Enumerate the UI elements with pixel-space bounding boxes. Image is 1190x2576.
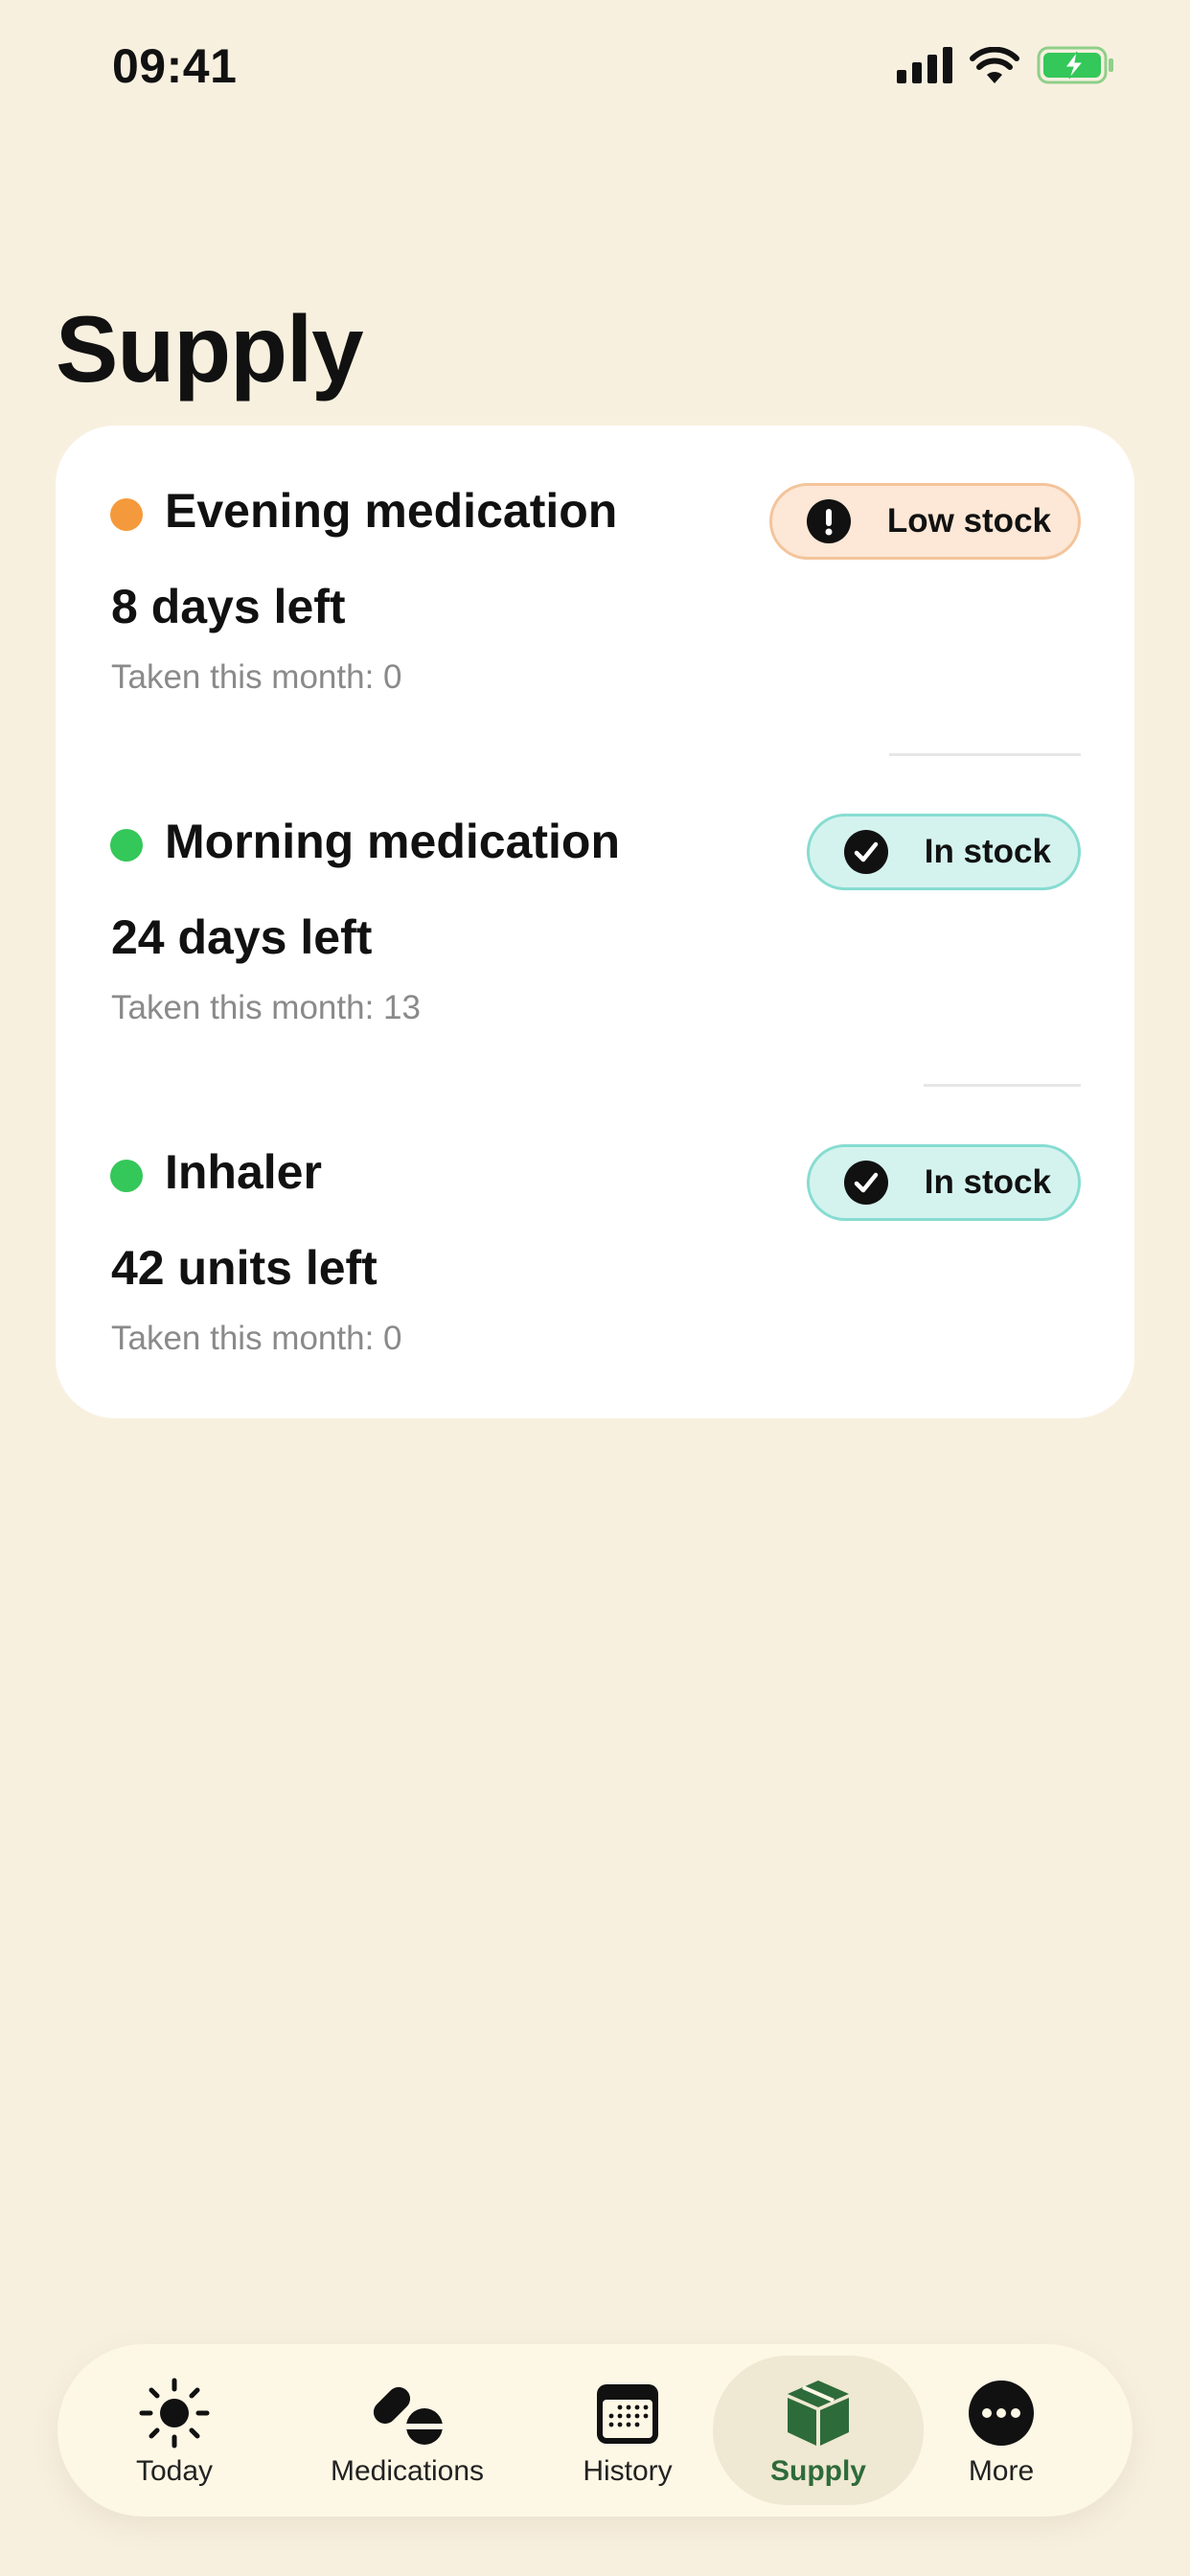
status-badge-label: In stock (924, 833, 1051, 870)
item-name: Inhaler (165, 1145, 322, 1199)
ellipsis-icon (963, 2375, 1040, 2451)
status-bar: 09:41 (0, 0, 1190, 134)
item-remaining: 24 days left (111, 910, 373, 964)
status-badge-label: Low stock (886, 502, 1051, 540)
tab-label: Today (135, 2455, 214, 2487)
status-dot (110, 498, 143, 531)
status-dot (110, 1160, 143, 1192)
wifi-icon (970, 47, 1019, 83)
pills-icon (369, 2375, 446, 2451)
supply-item-inhaler[interactable]: Inhaler In stock 42 units left Taken thi… (56, 1087, 1134, 1417)
tab-supply[interactable]: Supply (713, 2344, 924, 2517)
supply-card: Evening medication Low stock 8 days left… (56, 426, 1134, 1418)
tab-label: Medications (330, 2455, 485, 2487)
supply-item-evening-medication[interactable]: Evening medication Low stock 8 days left… (56, 426, 1134, 756)
sun-icon (136, 2375, 213, 2451)
tab-medications[interactable]: Medications (307, 2344, 508, 2517)
tab-more[interactable]: More (949, 2344, 1054, 2517)
supply-item-morning-medication[interactable]: Morning medication In stock 24 days left… (56, 756, 1134, 1087)
status-icons (897, 46, 1115, 84)
item-taken-this-month: Taken this month: 0 (111, 1320, 402, 1357)
supply-screen: 09:41 Supply Evening medication Low stoc… (0, 0, 1190, 2576)
tab-today[interactable]: Today (117, 2344, 232, 2517)
tab-bar: Today Medications History Supply More (57, 2344, 1133, 2517)
status-dot (110, 829, 143, 862)
tab-history[interactable]: History (561, 2344, 695, 2517)
status-badge-label: In stock (924, 1163, 1051, 1201)
battery-charging-icon (1037, 46, 1115, 84)
tab-label: More (968, 2455, 1035, 2487)
calendar-icon (589, 2375, 666, 2451)
tab-label: History (583, 2455, 673, 2487)
status-badge: Low stock (768, 483, 1081, 560)
status-time: 09:41 (112, 39, 238, 93)
item-name: Morning medication (165, 815, 620, 868)
item-taken-this-month: Taken this month: 13 (111, 989, 421, 1026)
exclamation-icon (806, 499, 851, 543)
tab-label: Supply (769, 2455, 866, 2487)
status-badge: In stock (806, 1144, 1081, 1221)
cellular-signal-icon (897, 47, 952, 83)
item-taken-this-month: Taken this month: 0 (111, 658, 402, 696)
item-name: Evening medication (165, 484, 618, 538)
item-remaining: 8 days left (111, 580, 346, 633)
checkmark-icon (843, 830, 888, 874)
item-remaining: 42 units left (111, 1241, 378, 1295)
status-badge: In stock (806, 814, 1081, 890)
box-icon (780, 2375, 857, 2451)
checkmark-icon (843, 1161, 888, 1205)
page-title: Supply (56, 296, 364, 402)
